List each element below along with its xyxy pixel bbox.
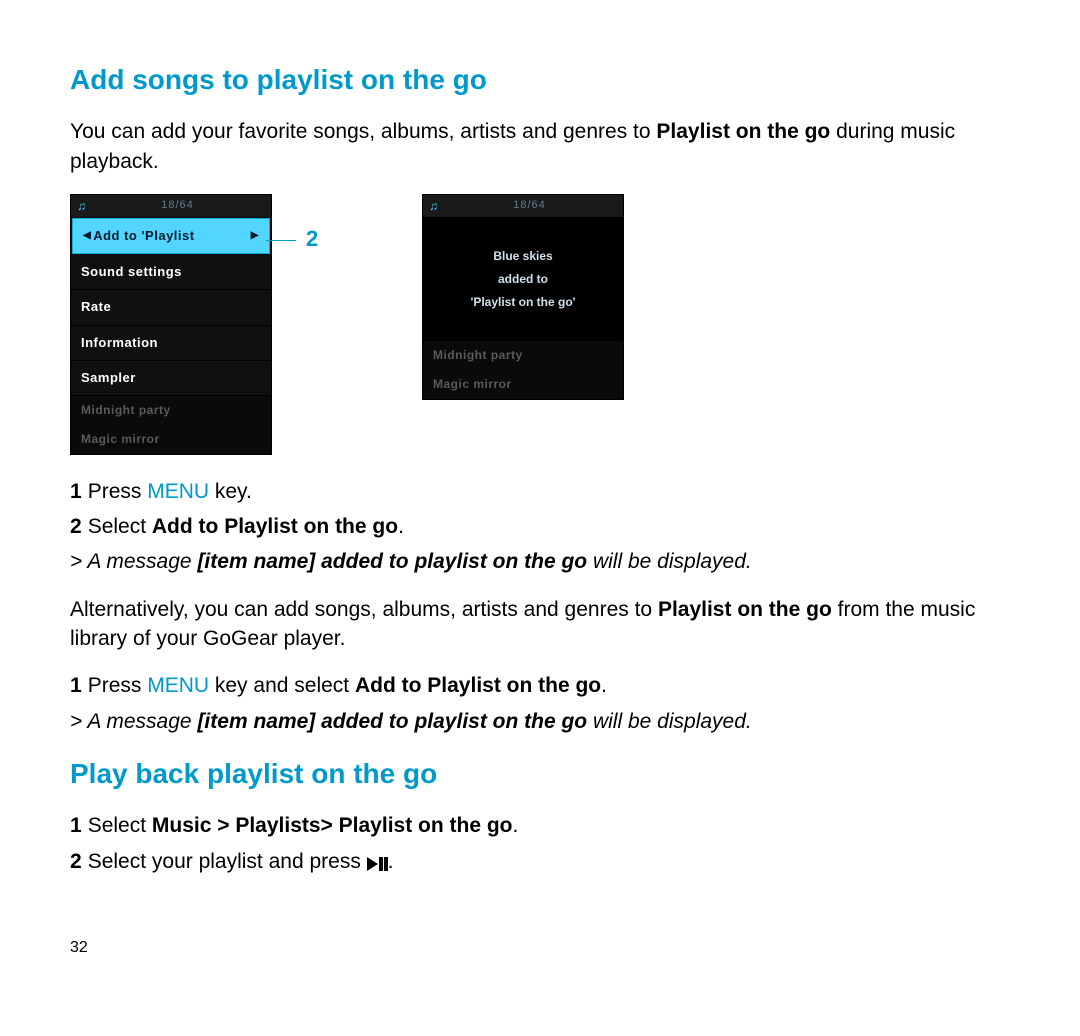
step-b1: 1 Press MENU key and select Add to Playli… [70,671,1010,700]
menu-item-sampler: Sampler [71,361,271,396]
menu-item-information: Information [71,326,271,361]
callout-2: 2 [266,224,318,255]
result-b-post: will be displayed. [587,710,752,733]
music-note-icon: ♫ [77,198,86,215]
intro-text-pre: You can add your favorite songs, albums,… [70,120,656,143]
faded-row-2: Magic mirror [71,425,271,454]
device-1-header: ♫ 18/64 [71,195,271,217]
step-b1-pre: Press [88,674,148,697]
confirm-line-3: 'Playlist on the go' [433,291,613,314]
menu-item-sound-settings: Sound settings [71,255,271,290]
device-2-counter: 18/64 [442,198,617,213]
alternative-paragraph: Alternatively, you can add songs, albums… [70,595,1010,654]
heading-play-back: Play back playlist on the go [70,754,1010,793]
result-message-b: > A message [item name] added to playlis… [70,707,1010,736]
menu-key-text: MENU [147,480,209,503]
step-c1: 1 Select Music > Playlists> Playlist on t… [70,811,1010,840]
result-a-pre: > A message [70,550,197,573]
menu-item-label: Add to 'Playlist [93,227,194,245]
callout-line [266,240,296,241]
step-a2: 2 Select Add to Playlist on the go. [70,512,1010,541]
heading-add-songs: Add songs to playlist on the go [70,60,1010,99]
chevron-right-icon: ▶ [251,229,259,243]
menu-key-text: MENU [147,674,209,697]
step-c1-post: . [513,814,519,837]
intro-paragraph: You can add your favorite songs, albums,… [70,117,1010,176]
faded-row-1: Midnight party [71,396,271,425]
confirm-line-1: Blue skies [433,245,613,268]
page-number: 32 [70,937,1010,959]
result-b-pre: > A message [70,710,197,733]
callout-number: 2 [306,224,318,255]
intro-strong: Playlist on the go [656,120,830,143]
device-2-header: ♫ 18/64 [423,195,623,217]
chevron-left-icon: ◀ [83,229,91,243]
step-number: 1 [70,480,82,503]
menu-item-add-to-playlist: ◀ Add to 'Playlist ▶ [72,218,270,254]
step-number: 1 [70,814,82,837]
play-pause-icon [367,848,388,877]
step-b1-mid: key and select [209,674,355,697]
result-message-a: > A message [item name] added to playlis… [70,547,1010,576]
step-number: 2 [70,515,82,538]
faded-row-1b: Midnight party [423,341,623,370]
step-a2-pre: Select [88,515,152,538]
step-a1-post: key. [209,480,252,503]
music-note-icon: ♫ [429,198,438,215]
result-a-strong: [item name] added to playlist on the go [197,550,587,573]
alt-strong: Playlist on the go [658,598,832,621]
step-a2-post: . [398,515,404,538]
faded-row-2b: Magic mirror [423,370,623,399]
step-number: 2 [70,850,82,873]
step-c2: 2 Select your playlist and press . [70,847,1010,877]
result-a-post: will be displayed. [587,550,752,573]
step-c1-pre: Select [88,814,152,837]
step-c2-pre: Select your playlist and press [88,850,367,873]
step-c1-strong: Music > Playlists> Playlist on the go [152,814,513,837]
step-c2-post: . [388,850,394,873]
result-b-strong: [item name] added to playlist on the go [197,710,587,733]
step-number: 1 [70,674,82,697]
alt-pre: Alternatively, you can add songs, albums… [70,598,658,621]
screenshot-1-wrap: ♫ 18/64 ◀ Add to 'Playlist ▶ Sound setti… [70,194,272,455]
step-a1: 1 Press MENU key. [70,477,1010,506]
step-b1-post: . [601,674,607,697]
device-screenshot-2: ♫ 18/64 Blue skies added to 'Playlist on… [422,194,624,400]
screenshot-row: ♫ 18/64 ◀ Add to 'Playlist ▶ Sound setti… [70,194,1010,455]
device-1-counter: 18/64 [90,198,265,213]
device-screenshot-1: ♫ 18/64 ◀ Add to 'Playlist ▶ Sound setti… [70,194,272,455]
step-a2-strong: Add to Playlist on the go [152,515,398,538]
confirm-line-2: added to [433,268,613,291]
step-a1-pre: Press [88,480,148,503]
step-b1-strong: Add to Playlist on the go [355,674,601,697]
confirmation-message: Blue skies added to 'Playlist on the go' [423,217,623,341]
menu-item-rate: Rate [71,290,271,325]
